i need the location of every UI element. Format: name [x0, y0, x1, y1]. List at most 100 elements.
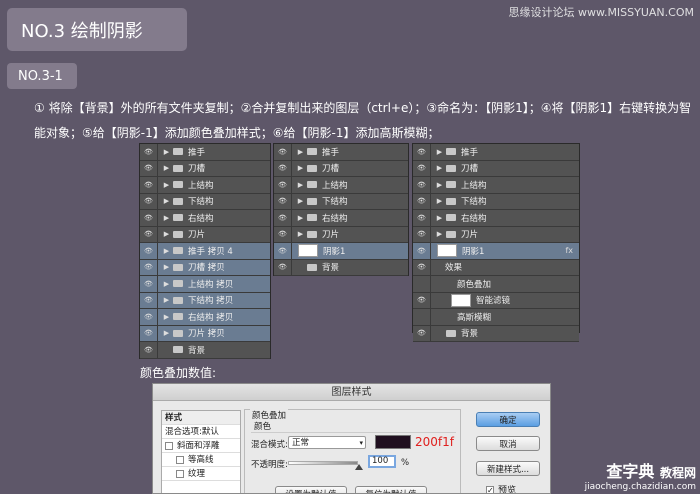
blend-options-item[interactable]: 混合选项:默认 [162, 425, 240, 439]
opacity-input[interactable]: 100 [368, 455, 396, 468]
expand-arrow-icon[interactable]: ▶ [435, 148, 444, 156]
new-style-button[interactable]: 新建样式... [476, 461, 540, 476]
eye-icon[interactable]: 👁 [274, 226, 292, 242]
layer-row[interactable]: 👁 ▶ 刀片 [140, 226, 270, 243]
texture-checkbox[interactable] [176, 469, 184, 478]
expand-arrow-icon[interactable]: ▶ [296, 148, 305, 156]
eye-icon[interactable]: 👁 [274, 160, 292, 176]
expand-arrow-icon[interactable]: ▶ [162, 197, 171, 205]
expand-arrow-icon[interactable]: ▶ [162, 214, 171, 222]
eye-icon[interactable]: 👁 [140, 177, 158, 193]
color-swatch[interactable] [375, 435, 411, 449]
blend-mode-select[interactable]: 正常 ▾ [288, 436, 366, 449]
preview-checkbox[interactable]: ✓ [486, 485, 494, 493]
texture-item[interactable]: 纹理 [162, 467, 240, 481]
layer-row[interactable]: 👁 ▶ 推手 [413, 144, 579, 161]
layer-row[interactable]: 👁 ▶ 刀片 [413, 226, 579, 243]
layer-row[interactable]: 👁 ▶ 下结构 拷贝 [140, 292, 270, 309]
eye-icon[interactable]: 👁 [140, 309, 158, 325]
layer-row[interactable]: 👁 ▶ 刀槽 [140, 160, 270, 177]
layer-row[interactable]: 👁 ▶ 上结构 [413, 177, 579, 194]
layer-row[interactable]: 👁 ▶ 刀槽 [274, 160, 408, 177]
expand-arrow-icon[interactable]: ▶ [296, 214, 305, 222]
eye-icon[interactable]: 👁 [274, 177, 292, 193]
layer-row[interactable]: 👁 ▶ 推手 拷贝 4 [140, 243, 270, 260]
contour-checkbox[interactable] [176, 455, 184, 464]
expand-arrow-icon[interactable]: ▶ [162, 280, 171, 288]
color-overlay-row[interactable]: 颜色叠加 [413, 276, 579, 293]
eye-icon[interactable]: 👁 [140, 276, 158, 292]
eye-icon[interactable]: 👁 [274, 243, 292, 259]
reset-default-button[interactable]: 复位为默认值 [355, 486, 427, 493]
layer-row[interactable]: 👁 ▶ 右结构 [140, 210, 270, 227]
eye-icon[interactable]: 👁 [140, 325, 158, 341]
expand-arrow-icon[interactable]: ▶ [435, 197, 444, 205]
opacity-slider-handle[interactable] [355, 464, 363, 470]
expand-arrow-icon[interactable]: ▶ [296, 181, 305, 189]
expand-arrow-icon[interactable]: ▶ [162, 181, 171, 189]
fx-icon[interactable]: fx [565, 246, 573, 255]
expand-arrow-icon[interactable]: ▶ [162, 313, 171, 321]
expand-arrow-icon[interactable]: ▶ [162, 296, 171, 304]
eye-icon[interactable]: 👁 [140, 193, 158, 209]
eye-icon[interactable]: 👁 [413, 177, 431, 193]
eye-icon[interactable]: 👁 [140, 259, 158, 275]
layer-row[interactable]: 👁 ▶ 右结构 [413, 210, 579, 227]
expand-arrow-icon[interactable]: ▶ [435, 214, 444, 222]
expand-arrow-icon[interactable]: ▶ [435, 164, 444, 172]
expand-arrow-icon[interactable]: ▶ [296, 230, 305, 238]
expand-arrow-icon[interactable]: ▶ [435, 230, 444, 238]
eye-icon[interactable]: 👁 [413, 160, 431, 176]
expand-arrow-icon[interactable]: ▶ [296, 164, 305, 172]
eye-icon[interactable]: 👁 [413, 243, 431, 259]
layer-row[interactable]: 👁 ▶ 刀片 拷贝 [140, 325, 270, 342]
expand-arrow-icon[interactable]: ▶ [162, 263, 171, 271]
layer-row-shadow[interactable]: 👁 阴影1 [274, 243, 408, 260]
layer-row-shadow[interactable]: 👁 阴影1 fx [413, 243, 579, 260]
eye-icon[interactable]: 👁 [413, 193, 431, 209]
eye-icon[interactable]: 👁 [274, 210, 292, 226]
cancel-button[interactable]: 取消 [476, 436, 540, 451]
gaussian-blur-row[interactable]: 高斯模糊 [413, 309, 579, 326]
eye-icon[interactable]: 👁 [413, 292, 431, 308]
ok-button[interactable]: 确定 [476, 412, 540, 427]
preview-option[interactable]: ✓ 预览 [486, 483, 516, 493]
set-default-button[interactable]: 设置为默认值 [275, 486, 347, 493]
eye-icon[interactable]: 👁 [140, 210, 158, 226]
eye-icon[interactable]: 👁 [413, 259, 431, 275]
layer-row[interactable]: 👁 ▶ 上结构 [140, 177, 270, 194]
layer-row[interactable]: 👁 ▶ 右结构 [274, 210, 408, 227]
layer-row[interactable]: 👁 ▶ 上结构 拷贝 [140, 276, 270, 293]
smart-filters-row[interactable]: 👁 智能滤镜 [413, 292, 579, 309]
eye-icon[interactable]: 👁 [140, 243, 158, 259]
layer-row[interactable]: 👁 ▶ 下结构 [274, 193, 408, 210]
eye-icon[interactable] [413, 309, 431, 325]
layer-row[interactable]: 👁 ▶ 刀槽 拷贝 [140, 259, 270, 276]
eye-icon[interactable]: 👁 [274, 259, 292, 275]
layer-row[interactable]: 👁 背景 [140, 342, 270, 359]
styles-header[interactable]: 样式 [162, 411, 240, 425]
eye-icon[interactable]: 👁 [413, 226, 431, 242]
bevel-item[interactable]: 斜面和浮雕 [162, 439, 240, 453]
expand-arrow-icon[interactable]: ▶ [162, 329, 171, 337]
expand-arrow-icon[interactable]: ▶ [162, 164, 171, 172]
eye-icon[interactable]: 👁 [413, 325, 431, 341]
eye-icon[interactable] [413, 276, 431, 292]
eye-icon[interactable]: 👁 [140, 160, 158, 176]
opacity-slider[interactable] [288, 461, 358, 465]
layer-row[interactable]: 👁 ▶ 刀槽 [413, 160, 579, 177]
layer-row[interactable]: 👁 ▶ 推手 [140, 144, 270, 161]
contour-item[interactable]: 等高线 [162, 453, 240, 467]
layer-row[interactable]: 👁 ▶ 下结构 [140, 193, 270, 210]
layer-row[interactable]: 👁 背景 [274, 259, 408, 276]
effects-row[interactable]: 👁 效果 [413, 259, 579, 276]
expand-arrow-icon[interactable]: ▶ [162, 148, 171, 156]
layer-row[interactable]: 👁 ▶ 刀片 [274, 226, 408, 243]
eye-icon[interactable]: 👁 [140, 226, 158, 242]
eye-icon[interactable]: 👁 [140, 144, 158, 160]
eye-icon[interactable]: 👁 [140, 342, 158, 358]
bevel-checkbox[interactable] [165, 441, 173, 450]
layer-row[interactable]: 👁 ▶ 下结构 [413, 193, 579, 210]
eye-icon[interactable]: 👁 [413, 144, 431, 160]
eye-icon[interactable]: 👁 [140, 292, 158, 308]
